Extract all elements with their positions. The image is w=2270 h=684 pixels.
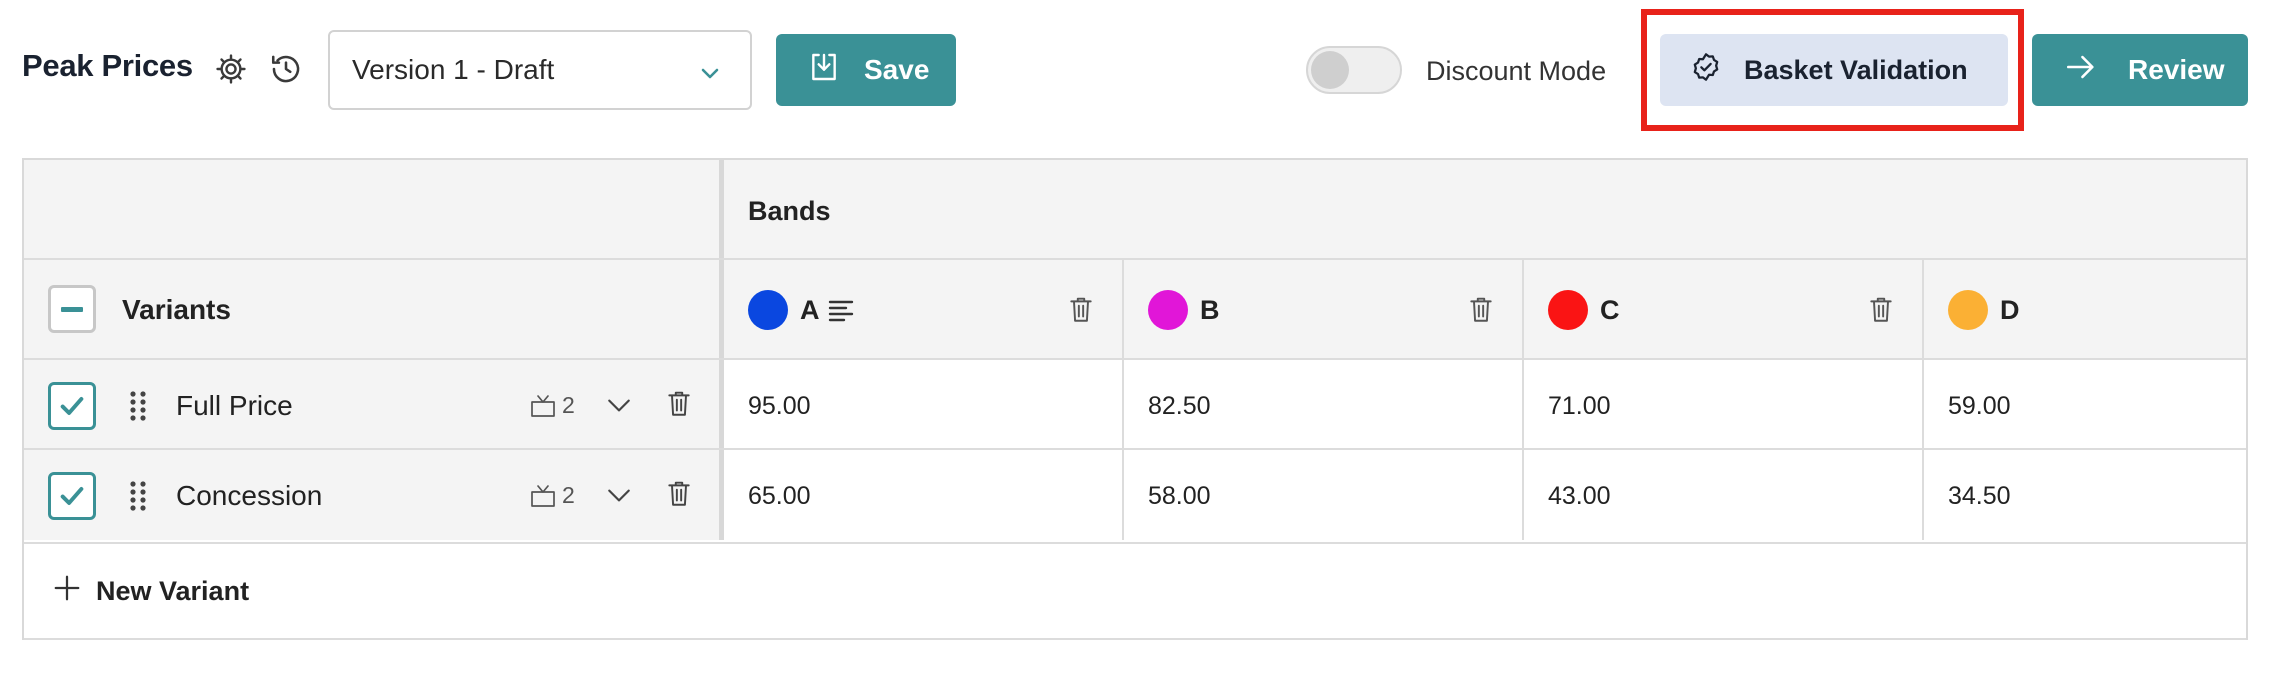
version-select-value: Version 1 - Draft — [352, 54, 555, 85]
price-cell[interactable]: 58.00 — [1124, 450, 1524, 540]
badge-count: 2 — [562, 392, 575, 418]
pricing-grid: Bands Variants A B C D Full Price 2 95.0… — [22, 158, 2248, 640]
variant-checkbox[interactable] — [48, 382, 96, 430]
price-value: 58.00 — [1148, 482, 1211, 510]
trash-icon[interactable] — [1868, 296, 1894, 329]
description-lines-icon — [828, 298, 856, 327]
channel-count-badge[interactable]: 2 — [530, 392, 575, 419]
price-cell[interactable]: 43.00 — [1524, 450, 1924, 540]
price-cell[interactable]: 95.00 — [724, 360, 1124, 448]
toggle-knob — [1311, 51, 1349, 89]
minus-icon — [61, 306, 83, 312]
channel-count-badge[interactable]: 2 — [530, 482, 575, 509]
chevron-down-icon[interactable] — [606, 394, 632, 421]
drag-handle-icon[interactable] — [128, 480, 148, 517]
badge-count: 2 — [562, 482, 575, 508]
version-select[interactable]: Version 1 - Draft — [328, 30, 752, 110]
new-variant-label: New Variant — [96, 575, 250, 606]
variant-name: Full Price — [176, 390, 293, 421]
variant-cell: Full Price 2 — [24, 360, 724, 448]
chevron-down-icon[interactable] — [606, 484, 632, 511]
bands-header-cell: Bands — [724, 160, 2246, 258]
tv-icon — [531, 394, 555, 417]
price-value: 43.00 — [1548, 482, 1611, 510]
trash-icon[interactable] — [1068, 296, 1094, 329]
toolbar: Peak Prices Version 1 - Draft Save Disco… — [0, 0, 2270, 140]
trash-icon[interactable] — [666, 390, 692, 423]
band-name: A — [800, 295, 820, 325]
price-value: 59.00 — [1948, 392, 2011, 420]
price-cell[interactable]: 82.50 — [1124, 360, 1524, 448]
band-color-dot — [1548, 290, 1588, 330]
corner-cell — [24, 160, 724, 258]
basket-validation-label: Basket Validation — [1744, 54, 1968, 85]
band-name: B — [1200, 295, 1220, 325]
basket-validation-button[interactable]: Basket Validation — [1660, 34, 2008, 106]
variants-header: Variants — [122, 294, 231, 325]
price-value: 65.00 — [748, 482, 811, 510]
price-cell[interactable]: 59.00 — [1924, 360, 2246, 448]
review-button[interactable]: Review — [2032, 34, 2248, 106]
band-color-dot — [1948, 290, 1988, 330]
history-icon[interactable] — [267, 50, 305, 88]
variant-name: Concession — [176, 480, 323, 511]
band-name: C — [1600, 295, 1620, 325]
select-all-checkbox[interactable] — [48, 285, 96, 333]
table-row: Concession 2 65.00 58.00 43.00 34.50 — [24, 450, 2246, 540]
new-variant-button[interactable]: New Variant — [24, 542, 2246, 640]
discount-mode-label: Discount Mode — [1426, 56, 1607, 86]
tv-icon — [531, 484, 555, 507]
price-value: 95.00 — [748, 392, 811, 420]
save-label: Save — [864, 54, 930, 85]
band-color-dot — [748, 290, 788, 330]
drag-handle-icon[interactable] — [128, 390, 148, 427]
price-cell[interactable]: 34.50 — [1924, 450, 2246, 540]
band-name: D — [2000, 295, 2020, 325]
bands-header: Bands — [748, 196, 831, 226]
verified-badge-icon — [1690, 51, 1722, 90]
chevron-down-icon — [698, 60, 722, 92]
price-cell[interactable]: 71.00 — [1524, 360, 1924, 448]
price-value: 82.50 — [1148, 392, 1211, 420]
page-title: Peak Prices — [22, 48, 193, 83]
band-header-d[interactable]: D — [1924, 260, 2246, 358]
trash-icon[interactable] — [666, 480, 692, 513]
band-header-a[interactable]: A — [724, 260, 1124, 358]
price-value: 71.00 — [1548, 392, 1611, 420]
price-cell[interactable]: 65.00 — [724, 450, 1124, 540]
price-value: 34.50 — [1948, 482, 2011, 510]
save-button[interactable]: Save — [776, 34, 956, 106]
review-label: Review — [2128, 54, 2225, 85]
table-row: Full Price 2 95.00 82.50 71.00 59.00 — [24, 360, 2246, 450]
variants-header-cell: Variants — [24, 260, 724, 358]
bands-header-row: Bands — [24, 160, 2246, 260]
plus-icon — [52, 573, 82, 610]
band-color-dot — [1148, 290, 1188, 330]
gear-icon[interactable] — [212, 50, 250, 88]
band-header-c[interactable]: C — [1524, 260, 1924, 358]
save-icon — [808, 51, 840, 90]
arrow-right-icon — [2064, 50, 2098, 91]
variant-checkbox[interactable] — [48, 472, 96, 520]
trash-icon[interactable] — [1468, 296, 1494, 329]
discount-mode-toggle[interactable] — [1306, 46, 1402, 94]
band-header-b[interactable]: B — [1124, 260, 1524, 358]
variant-cell: Concession 2 — [24, 450, 724, 540]
column-header-row: Variants A B C D — [24, 260, 2246, 360]
